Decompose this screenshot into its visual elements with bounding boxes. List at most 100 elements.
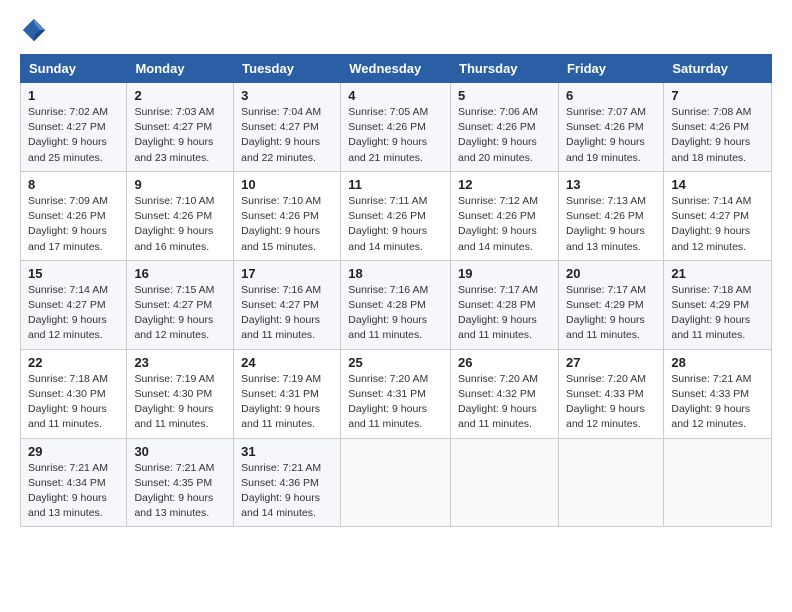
day-info: Sunrise: 7:11 AMSunset: 4:26 PMDaylight:… xyxy=(348,194,443,255)
day-info: Sunrise: 7:08 AMSunset: 4:26 PMDaylight:… xyxy=(671,105,764,166)
day-header-sunday: Sunday xyxy=(21,55,127,83)
day-number: 13 xyxy=(566,177,656,192)
calendar-cell: 30 Sunrise: 7:21 AMSunset: 4:35 PMDaylig… xyxy=(127,438,234,527)
day-number: 15 xyxy=(28,266,119,281)
day-info: Sunrise: 7:18 AMSunset: 4:29 PMDaylight:… xyxy=(671,283,764,344)
day-info: Sunrise: 7:14 AMSunset: 4:27 PMDaylight:… xyxy=(671,194,764,255)
calendar-cell: 28 Sunrise: 7:21 AMSunset: 4:33 PMDaylig… xyxy=(664,349,772,438)
day-number: 20 xyxy=(566,266,656,281)
calendar-cell: 2 Sunrise: 7:03 AMSunset: 4:27 PMDayligh… xyxy=(127,83,234,172)
calendar-cell: 10 Sunrise: 7:10 AMSunset: 4:26 PMDaylig… xyxy=(234,171,341,260)
day-number: 1 xyxy=(28,88,119,103)
calendar-body: 1 Sunrise: 7:02 AMSunset: 4:27 PMDayligh… xyxy=(21,83,772,527)
header xyxy=(20,16,772,44)
day-number: 14 xyxy=(671,177,764,192)
day-number: 6 xyxy=(566,88,656,103)
day-info: Sunrise: 7:12 AMSunset: 4:26 PMDaylight:… xyxy=(458,194,551,255)
calendar-cell: 8 Sunrise: 7:09 AMSunset: 4:26 PMDayligh… xyxy=(21,171,127,260)
day-number: 19 xyxy=(458,266,551,281)
day-header-saturday: Saturday xyxy=(664,55,772,83)
day-info: Sunrise: 7:19 AMSunset: 4:30 PMDaylight:… xyxy=(134,372,226,433)
calendar-cell: 12 Sunrise: 7:12 AMSunset: 4:26 PMDaylig… xyxy=(451,171,559,260)
calendar-cell: 6 Sunrise: 7:07 AMSunset: 4:26 PMDayligh… xyxy=(558,83,663,172)
calendar-week-1: 1 Sunrise: 7:02 AMSunset: 4:27 PMDayligh… xyxy=(21,83,772,172)
calendar-header-row: SundayMondayTuesdayWednesdayThursdayFrid… xyxy=(21,55,772,83)
calendar-cell xyxy=(558,438,663,527)
day-number: 3 xyxy=(241,88,333,103)
calendar-cell: 11 Sunrise: 7:11 AMSunset: 4:26 PMDaylig… xyxy=(341,171,451,260)
calendar-cell: 18 Sunrise: 7:16 AMSunset: 4:28 PMDaylig… xyxy=(341,260,451,349)
day-number: 31 xyxy=(241,444,333,459)
day-info: Sunrise: 7:14 AMSunset: 4:27 PMDaylight:… xyxy=(28,283,119,344)
day-number: 22 xyxy=(28,355,119,370)
day-header-tuesday: Tuesday xyxy=(234,55,341,83)
day-info: Sunrise: 7:10 AMSunset: 4:26 PMDaylight:… xyxy=(134,194,226,255)
day-info: Sunrise: 7:17 AMSunset: 4:29 PMDaylight:… xyxy=(566,283,656,344)
day-number: 24 xyxy=(241,355,333,370)
calendar-cell: 4 Sunrise: 7:05 AMSunset: 4:26 PMDayligh… xyxy=(341,83,451,172)
day-number: 29 xyxy=(28,444,119,459)
day-info: Sunrise: 7:06 AMSunset: 4:26 PMDaylight:… xyxy=(458,105,551,166)
day-number: 2 xyxy=(134,88,226,103)
calendar-cell xyxy=(341,438,451,527)
day-number: 26 xyxy=(458,355,551,370)
calendar-cell: 23 Sunrise: 7:19 AMSunset: 4:30 PMDaylig… xyxy=(127,349,234,438)
day-header-friday: Friday xyxy=(558,55,663,83)
calendar-cell: 3 Sunrise: 7:04 AMSunset: 4:27 PMDayligh… xyxy=(234,83,341,172)
day-info: Sunrise: 7:21 AMSunset: 4:33 PMDaylight:… xyxy=(671,372,764,433)
calendar-cell: 9 Sunrise: 7:10 AMSunset: 4:26 PMDayligh… xyxy=(127,171,234,260)
day-info: Sunrise: 7:21 AMSunset: 4:35 PMDaylight:… xyxy=(134,461,226,522)
day-info: Sunrise: 7:10 AMSunset: 4:26 PMDaylight:… xyxy=(241,194,333,255)
calendar-table: SundayMondayTuesdayWednesdayThursdayFrid… xyxy=(20,54,772,527)
day-number: 16 xyxy=(134,266,226,281)
logo xyxy=(20,16,52,44)
calendar-cell: 16 Sunrise: 7:15 AMSunset: 4:27 PMDaylig… xyxy=(127,260,234,349)
day-info: Sunrise: 7:02 AMSunset: 4:27 PMDaylight:… xyxy=(28,105,119,166)
calendar-week-5: 29 Sunrise: 7:21 AMSunset: 4:34 PMDaylig… xyxy=(21,438,772,527)
day-number: 21 xyxy=(671,266,764,281)
day-number: 28 xyxy=(671,355,764,370)
day-number: 4 xyxy=(348,88,443,103)
calendar-cell: 17 Sunrise: 7:16 AMSunset: 4:27 PMDaylig… xyxy=(234,260,341,349)
calendar-cell: 22 Sunrise: 7:18 AMSunset: 4:30 PMDaylig… xyxy=(21,349,127,438)
day-info: Sunrise: 7:18 AMSunset: 4:30 PMDaylight:… xyxy=(28,372,119,433)
day-info: Sunrise: 7:13 AMSunset: 4:26 PMDaylight:… xyxy=(566,194,656,255)
day-info: Sunrise: 7:05 AMSunset: 4:26 PMDaylight:… xyxy=(348,105,443,166)
logo-icon xyxy=(20,16,48,44)
calendar-cell xyxy=(664,438,772,527)
calendar-cell: 26 Sunrise: 7:20 AMSunset: 4:32 PMDaylig… xyxy=(451,349,559,438)
calendar-cell: 27 Sunrise: 7:20 AMSunset: 4:33 PMDaylig… xyxy=(558,349,663,438)
calendar-cell: 15 Sunrise: 7:14 AMSunset: 4:27 PMDaylig… xyxy=(21,260,127,349)
day-number: 18 xyxy=(348,266,443,281)
day-info: Sunrise: 7:16 AMSunset: 4:28 PMDaylight:… xyxy=(348,283,443,344)
day-info: Sunrise: 7:19 AMSunset: 4:31 PMDaylight:… xyxy=(241,372,333,433)
day-info: Sunrise: 7:17 AMSunset: 4:28 PMDaylight:… xyxy=(458,283,551,344)
day-number: 11 xyxy=(348,177,443,192)
calendar-cell: 25 Sunrise: 7:20 AMSunset: 4:31 PMDaylig… xyxy=(341,349,451,438)
day-info: Sunrise: 7:03 AMSunset: 4:27 PMDaylight:… xyxy=(134,105,226,166)
day-number: 23 xyxy=(134,355,226,370)
day-info: Sunrise: 7:21 AMSunset: 4:34 PMDaylight:… xyxy=(28,461,119,522)
day-info: Sunrise: 7:20 AMSunset: 4:32 PMDaylight:… xyxy=(458,372,551,433)
calendar-cell xyxy=(451,438,559,527)
calendar-cell: 7 Sunrise: 7:08 AMSunset: 4:26 PMDayligh… xyxy=(664,83,772,172)
calendar-cell: 1 Sunrise: 7:02 AMSunset: 4:27 PMDayligh… xyxy=(21,83,127,172)
day-info: Sunrise: 7:04 AMSunset: 4:27 PMDaylight:… xyxy=(241,105,333,166)
calendar-cell: 21 Sunrise: 7:18 AMSunset: 4:29 PMDaylig… xyxy=(664,260,772,349)
calendar-cell: 14 Sunrise: 7:14 AMSunset: 4:27 PMDaylig… xyxy=(664,171,772,260)
calendar-cell: 29 Sunrise: 7:21 AMSunset: 4:34 PMDaylig… xyxy=(21,438,127,527)
day-number: 7 xyxy=(671,88,764,103)
day-info: Sunrise: 7:07 AMSunset: 4:26 PMDaylight:… xyxy=(566,105,656,166)
day-number: 17 xyxy=(241,266,333,281)
day-number: 25 xyxy=(348,355,443,370)
calendar-cell: 19 Sunrise: 7:17 AMSunset: 4:28 PMDaylig… xyxy=(451,260,559,349)
day-header-thursday: Thursday xyxy=(451,55,559,83)
calendar-week-4: 22 Sunrise: 7:18 AMSunset: 4:30 PMDaylig… xyxy=(21,349,772,438)
day-number: 10 xyxy=(241,177,333,192)
calendar-cell: 5 Sunrise: 7:06 AMSunset: 4:26 PMDayligh… xyxy=(451,83,559,172)
day-info: Sunrise: 7:15 AMSunset: 4:27 PMDaylight:… xyxy=(134,283,226,344)
calendar-cell: 20 Sunrise: 7:17 AMSunset: 4:29 PMDaylig… xyxy=(558,260,663,349)
day-header-wednesday: Wednesday xyxy=(341,55,451,83)
day-info: Sunrise: 7:21 AMSunset: 4:36 PMDaylight:… xyxy=(241,461,333,522)
day-header-monday: Monday xyxy=(127,55,234,83)
